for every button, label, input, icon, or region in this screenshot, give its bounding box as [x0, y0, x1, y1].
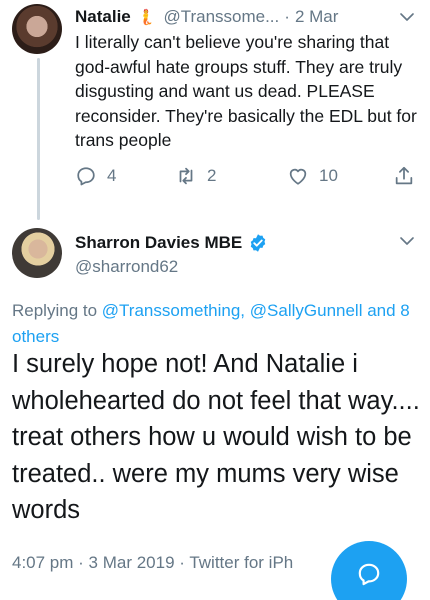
author-name-row: Sharron Davies MBE — [75, 233, 268, 253]
mention-link[interactable]: @SallyGunnell — [250, 301, 363, 320]
compose-reply-icon — [358, 563, 380, 586]
reply-tweet-header: Natalie 🧜 @Transsome... · 2 Mar — [75, 6, 338, 28]
mermaid-icon: 🧜 — [136, 9, 156, 26]
reply-tweet[interactable]: Natalie 🧜 @Transsome... · 2 Mar I litera… — [0, 0, 430, 220]
avatar[interactable] — [12, 228, 62, 278]
avatar[interactable] — [12, 4, 62, 54]
share-icon — [395, 166, 413, 185]
reply-icon — [77, 167, 95, 186]
chevron-down-icon[interactable] — [398, 8, 416, 26]
verified-badge-icon — [250, 234, 266, 252]
author-name[interactable]: Sharron Davies MBE — [75, 233, 242, 253]
author-handle[interactable]: @sharrond62 — [75, 257, 178, 277]
heart-icon — [289, 168, 307, 185]
tweet-text: I literally can't believe you're sharing… — [75, 32, 417, 150]
replying-prefix: Replying to — [12, 301, 98, 320]
separator-dot: · — [284, 7, 290, 26]
tweet-timestamp[interactable]: 2 Mar — [295, 7, 338, 27]
retweet-icon — [179, 167, 193, 185]
author-handle[interactable]: @Transsome... — [163, 7, 279, 27]
reply-button[interactable]: 4 — [75, 164, 116, 188]
replying-to-line: Replying to @Transsomething, @SallyGunne… — [12, 298, 422, 350]
share-button[interactable] — [393, 164, 415, 188]
compose-reply-button[interactable] — [331, 541, 407, 600]
tweet-text: I surely hope not! And Natalie i wholehe… — [12, 350, 420, 524]
retweet-count: 2 — [207, 166, 217, 185]
thread-connector-line — [37, 58, 40, 220]
retweet-button[interactable]: 2 — [175, 164, 216, 188]
like-count: 10 — [319, 166, 338, 185]
mention-link[interactable]: @Transsomething, — [102, 301, 245, 320]
reply-count: 4 — [107, 166, 117, 185]
tweet-action-bar: 4 2 10 — [75, 164, 420, 188]
like-button[interactable]: 10 — [287, 164, 338, 188]
chevron-down-icon[interactable] — [398, 232, 416, 250]
author-name[interactable]: Natalie — [75, 7, 131, 27]
tweet-meta: 4:07 pm · 3 Mar 2019 · Twitter for iPh — [12, 553, 294, 572]
